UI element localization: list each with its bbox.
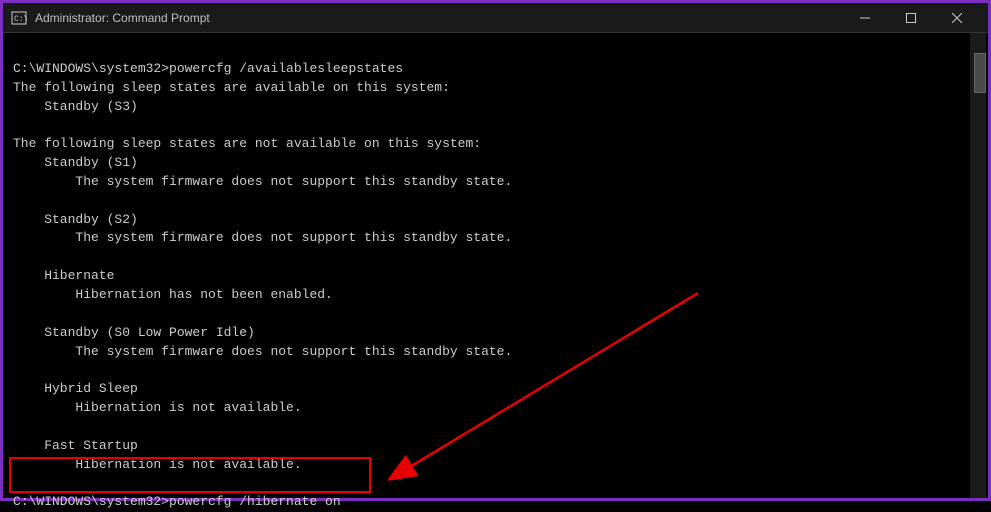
terminal-output: C:\WINDOWS\system32>powercfg /availables…	[13, 41, 978, 512]
prompt: C:\WINDOWS\system32>	[13, 494, 169, 509]
command: powercfg /hibernate on	[169, 494, 341, 509]
cmd-icon: C:\	[11, 10, 27, 26]
output-line: Standby (S1)	[13, 155, 138, 170]
output-line: Standby (S2)	[13, 212, 138, 227]
output-line: Hibernation is not available.	[13, 457, 302, 472]
titlebar-left: C:\ Administrator: Command Prompt	[11, 10, 210, 26]
output-line: The system firmware does not support thi…	[13, 174, 512, 189]
output-line: Fast Startup	[13, 438, 138, 453]
command: powercfg /availablesleepstates	[169, 61, 403, 76]
output-line: Hibernation has not been enabled.	[13, 287, 333, 302]
close-button[interactable]	[934, 3, 980, 33]
svg-text:C:\: C:\	[14, 15, 27, 24]
output-line: Standby (S0 Low Power Idle)	[13, 325, 255, 340]
prompt: C:\WINDOWS\system32>	[13, 61, 169, 76]
output-line: Hybrid Sleep	[13, 381, 138, 396]
output-line: Hibernation is not available.	[13, 400, 302, 415]
scrollbar-thumb[interactable]	[974, 53, 986, 93]
window-title: Administrator: Command Prompt	[35, 11, 210, 25]
output-line: The system firmware does not support thi…	[13, 230, 512, 245]
window-controls	[842, 3, 980, 33]
minimize-button[interactable]	[842, 3, 888, 33]
terminal-area[interactable]: C:\WINDOWS\system32>powercfg /availables…	[3, 33, 988, 498]
output-line: The following sleep states are available…	[13, 80, 450, 95]
window-titlebar: C:\ Administrator: Command Prompt	[3, 3, 988, 33]
output-line: The following sleep states are not avail…	[13, 136, 481, 151]
maximize-button[interactable]	[888, 3, 934, 33]
output-line: The system firmware does not support thi…	[13, 344, 512, 359]
scrollbar-track[interactable]	[970, 33, 986, 498]
output-line: Hibernate	[13, 268, 114, 283]
output-line: Standby (S3)	[13, 99, 138, 114]
